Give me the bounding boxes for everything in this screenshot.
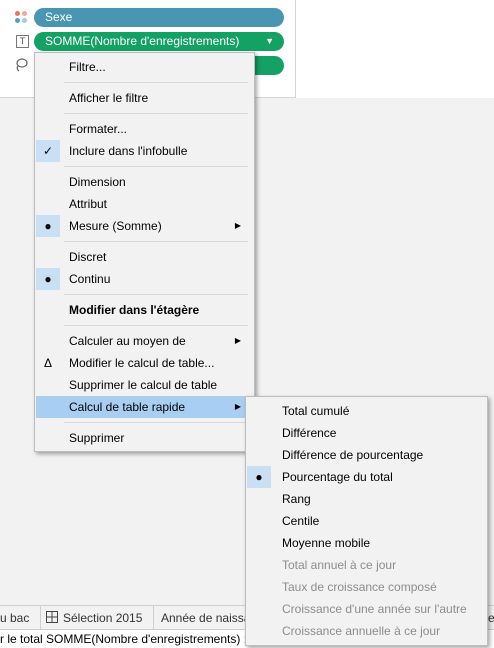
tab-divider bbox=[153, 606, 154, 630]
menu-item-label: Calcul de table rapide bbox=[69, 400, 186, 414]
menu-item-label: Calculer au moyen de bbox=[69, 334, 186, 348]
checkmark-icon: ✓ bbox=[36, 140, 60, 162]
menu-item-label: Croissance annuelle à ce jour bbox=[282, 624, 441, 638]
menu-item-label: Croissance d'une année sur l'autre bbox=[282, 602, 467, 616]
menu-item-discret[interactable]: Discret bbox=[36, 246, 253, 268]
menu-item-label: Différence bbox=[282, 426, 337, 440]
radio-bullet-icon: ● bbox=[247, 466, 271, 488]
menu-separator bbox=[64, 294, 248, 295]
somme-pill[interactable]: SOMME(Nombre d'enregistrements) ▼ bbox=[34, 32, 284, 51]
submenu-item-total-cumule[interactable]: Total cumulé bbox=[247, 400, 486, 422]
submenu-item-total-annuel: Total annuel à ce jour bbox=[247, 554, 486, 576]
menu-item-label: Dimension bbox=[69, 175, 126, 189]
submenu-item-croissance-annee: Croissance d'une année sur l'autre bbox=[247, 598, 486, 620]
menu-item-label: Taux de croissance composé bbox=[282, 580, 437, 594]
sexe-pill[interactable]: Sexe bbox=[34, 8, 284, 27]
menu-item-label: Centile bbox=[282, 514, 320, 528]
submenu-arrow-icon: ▶ bbox=[234, 402, 241, 411]
menu-item-label: Afficher le filtre bbox=[69, 91, 149, 105]
menu-item-continu[interactable]: ● Continu bbox=[36, 268, 253, 290]
right-panel bbox=[296, 0, 494, 98]
menu-item-label: Supprimer le calcul de table bbox=[69, 378, 218, 392]
menu-item-label: Différence de pourcentage bbox=[282, 448, 424, 462]
dropdown-arrow-icon[interactable]: ▼ bbox=[265, 32, 274, 51]
menu-item-label: Supprimer bbox=[69, 431, 125, 445]
menu-item-modifier-etagere[interactable]: Modifier dans l'étagère bbox=[36, 299, 253, 321]
tab-divider bbox=[40, 606, 41, 630]
lasso-icon[interactable] bbox=[14, 58, 28, 72]
menu-item-calculer-au-moyen-de[interactable]: Calculer au moyen de ▶ bbox=[36, 330, 253, 352]
menu-item-label: Moyenne mobile bbox=[282, 536, 371, 550]
submenu-item-centile[interactable]: Centile bbox=[247, 510, 486, 532]
menu-item-label: Modifier le calcul de table... bbox=[69, 356, 215, 370]
submenu-item-difference-pourcentage[interactable]: Différence de pourcentage bbox=[247, 444, 486, 466]
menu-item-label: Inclure dans l'infobulle bbox=[69, 144, 188, 158]
menu-separator bbox=[64, 422, 248, 423]
submenu-item-rang[interactable]: Rang bbox=[247, 488, 486, 510]
menu-item-label: Pourcentage du total bbox=[282, 470, 393, 484]
menu-item-label: Continu bbox=[69, 272, 111, 286]
menu-separator bbox=[64, 113, 248, 114]
menu-item-afficher-filtre[interactable]: Afficher le filtre bbox=[36, 87, 253, 109]
submenu-arrow-icon: ▶ bbox=[234, 221, 241, 230]
menu-item-supprimer[interactable]: Supprimer bbox=[36, 427, 253, 449]
menu-item-supprimer-calcul-table[interactable]: Supprimer le calcul de table bbox=[36, 374, 253, 396]
menu-separator bbox=[64, 241, 248, 242]
sexe-pill-label: Sexe bbox=[45, 10, 73, 24]
menu-item-calcul-table-rapide[interactable]: Calcul de table rapide ▶ bbox=[36, 396, 253, 418]
menu-item-label: Rang bbox=[282, 492, 311, 506]
menu-item-modifier-calcul-table[interactable]: Δ Modifier le calcul de table... bbox=[36, 352, 253, 374]
submenu-item-moyenne-mobile[interactable]: Moyenne mobile bbox=[247, 532, 486, 554]
text-icon[interactable]: T bbox=[16, 35, 29, 48]
color-dots-icon[interactable] bbox=[15, 11, 27, 23]
menu-item-dimension[interactable]: Dimension bbox=[36, 171, 253, 193]
menu-item-inclure-infobulle[interactable]: ✓ Inclure dans l'infobulle bbox=[36, 140, 253, 162]
submenu-item-croissance-annuelle: Croissance annuelle à ce jour bbox=[247, 620, 486, 642]
menu-separator bbox=[64, 82, 248, 83]
menu-item-filtre[interactable]: Filtre... bbox=[36, 56, 253, 78]
submenu-item-difference[interactable]: Différence bbox=[247, 422, 486, 444]
tab-selection-2015[interactable]: Sélection 2015 bbox=[63, 606, 142, 630]
menu-separator bbox=[64, 166, 248, 167]
tab-partial[interactable]: e bbox=[488, 606, 494, 630]
menu-item-formater[interactable]: Formater... bbox=[36, 118, 253, 140]
menu-item-label: Modifier dans l'étagère bbox=[69, 303, 200, 317]
menu-item-label: Formater... bbox=[69, 122, 128, 136]
pill-context-menu: Filtre... Afficher le filtre Formater...… bbox=[34, 52, 255, 452]
submenu-item-pourcentage-total[interactable]: ● Pourcentage du total bbox=[247, 466, 486, 488]
menu-item-mesure-somme[interactable]: ● Mesure (Somme) ▶ bbox=[36, 215, 253, 237]
menu-item-label: Discret bbox=[69, 250, 107, 264]
menu-separator bbox=[64, 325, 248, 326]
tab-annee-naissance[interactable]: Année de naissa bbox=[161, 606, 250, 630]
quick-table-calc-submenu: Total cumulé Différence Différence de po… bbox=[245, 396, 488, 646]
submenu-item-taux-croissance: Taux de croissance composé bbox=[247, 576, 486, 598]
grid-icon bbox=[46, 606, 58, 630]
menu-item-label: Mesure (Somme) bbox=[69, 219, 162, 233]
menu-item-label: Total cumulé bbox=[282, 404, 350, 418]
menu-item-label: Attribut bbox=[69, 197, 108, 211]
submenu-arrow-icon: ▶ bbox=[234, 336, 241, 345]
somme-pill-label: SOMME(Nombre d'enregistrements) bbox=[45, 34, 240, 48]
tab-bac[interactable]: u bac bbox=[0, 606, 29, 630]
radio-bullet-icon: ● bbox=[36, 268, 60, 290]
menu-item-label: Total annuel à ce jour bbox=[282, 558, 397, 572]
radio-bullet-icon: ● bbox=[36, 215, 60, 237]
menu-item-label: Filtre... bbox=[69, 60, 106, 74]
menu-item-attribut[interactable]: Attribut bbox=[36, 193, 253, 215]
delta-icon: Δ bbox=[43, 356, 52, 370]
